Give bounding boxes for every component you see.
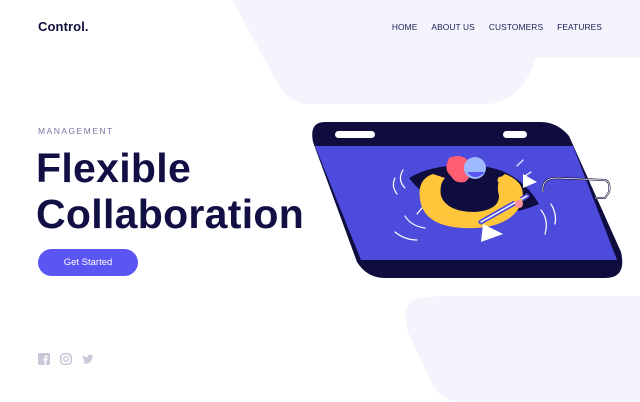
facebook-icon[interactable]: [38, 352, 50, 365]
brand-logo[interactable]: Control.: [38, 19, 89, 34]
hero-eyebrow: MANAGEMENT: [38, 126, 114, 136]
nav-item-about-us[interactable]: ABOUT US: [431, 22, 474, 32]
top-nav: HOME ABOUT US CUSTOMERS FEATURES: [378, 22, 602, 32]
social-links: [38, 352, 94, 365]
headline-line-2: Collaboration: [36, 191, 305, 237]
headline-line-1: Flexible: [36, 145, 192, 191]
instagram-icon[interactable]: [60, 352, 72, 365]
twitter-icon[interactable]: [82, 352, 94, 364]
get-started-button[interactable]: Get Started: [38, 249, 138, 276]
nav-item-home[interactable]: HOME: [392, 22, 418, 32]
nav-item-features[interactable]: FEATURES: [557, 22, 602, 32]
collaboration-illustration: [312, 122, 623, 278]
nav-item-customers[interactable]: CUSTOMERS: [489, 22, 543, 32]
hero-headline: Flexible Collaboration: [36, 145, 304, 237]
